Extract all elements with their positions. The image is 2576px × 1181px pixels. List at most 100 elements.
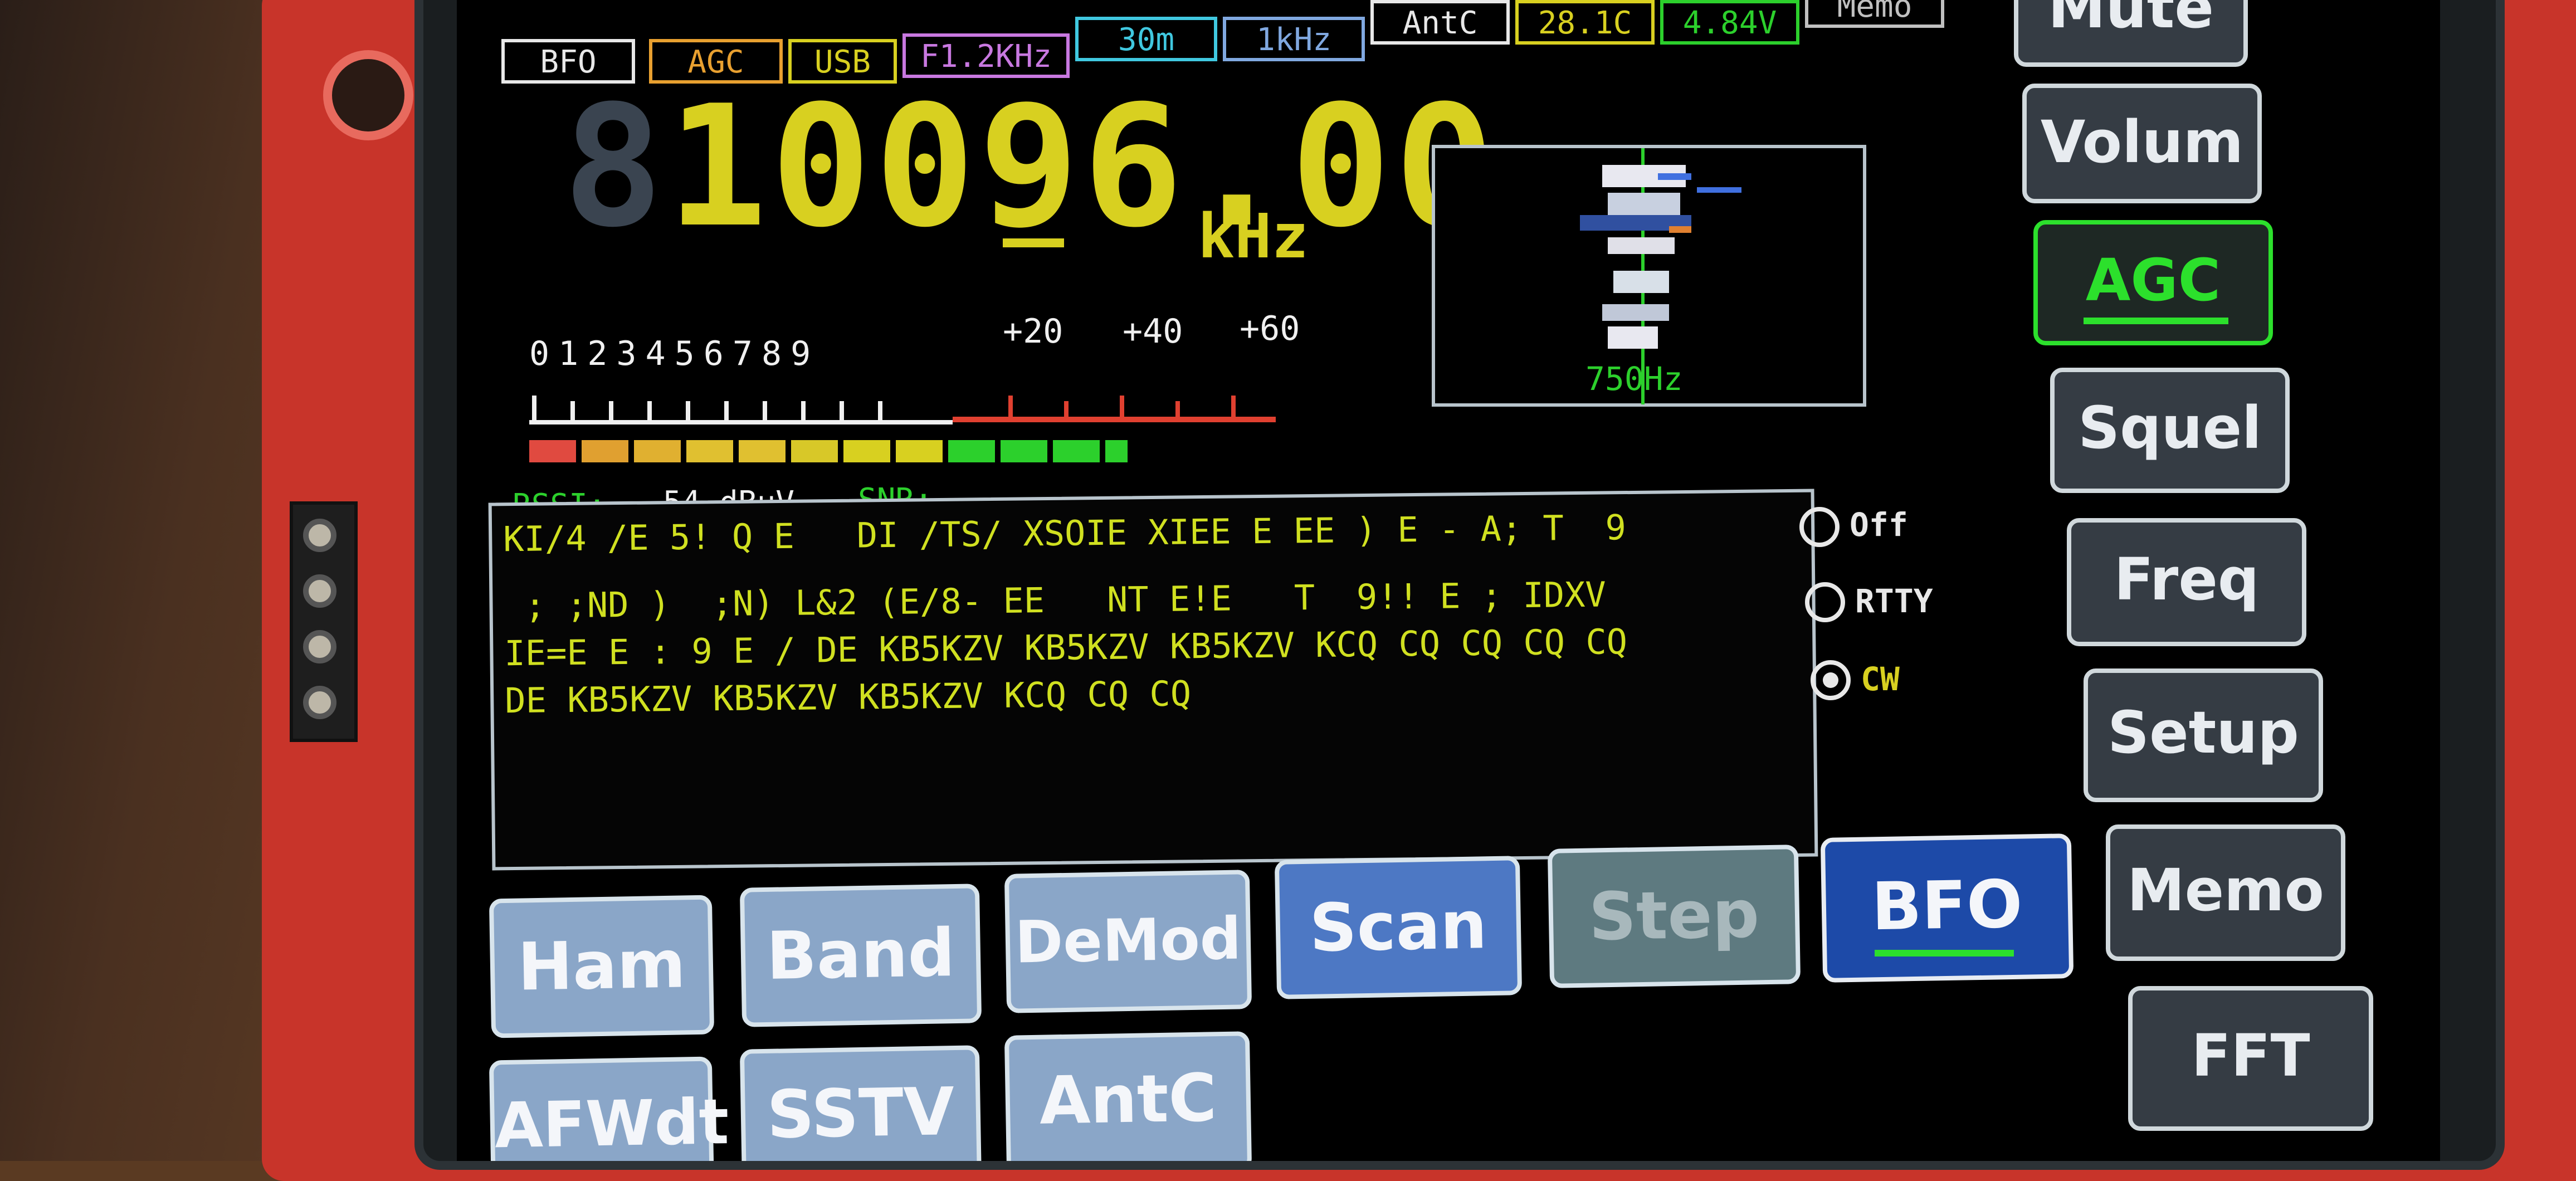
- waterfall-trace: [1613, 271, 1669, 293]
- waterfall-trace: [1669, 226, 1691, 233]
- agc-active-indicator: [2084, 318, 2228, 324]
- smeter-plus60: +60: [1240, 309, 1300, 348]
- tag-step: 1kHz: [1223, 17, 1365, 61]
- signal-bar: [739, 440, 786, 462]
- signal-bar: [948, 440, 995, 462]
- button-label: Mute: [2048, 0, 2214, 41]
- button-label: Scan: [1309, 886, 1488, 967]
- tag-memo: Memo: [1805, 0, 1944, 28]
- button-label: Ham: [517, 925, 686, 1006]
- agc-button[interactable]: AGC: [2033, 220, 2273, 345]
- button-label: Volum: [2040, 108, 2244, 176]
- tag-antenna: AntC: [1370, 0, 1510, 45]
- mounting-hole: [323, 50, 413, 140]
- demod-button[interactable]: DeMod: [1004, 870, 1252, 1013]
- waterfall-trace: [1602, 304, 1669, 321]
- button-label: Memo: [2127, 856, 2324, 924]
- smeter-ticks: [529, 396, 1276, 424]
- tag-label: 28.1C: [1538, 5, 1632, 41]
- mode-radio-off[interactable]: [1799, 507, 1840, 547]
- volume-button[interactable]: Volum: [2022, 84, 2262, 203]
- button-label: Squel: [2078, 394, 2262, 462]
- waterfall-trace: [1658, 173, 1691, 180]
- waterfall-trace: [1697, 187, 1741, 193]
- button-label: Setup: [2107, 699, 2299, 767]
- spectrum-window[interactable]: 750Hz: [1432, 145, 1866, 407]
- button-label: Band: [765, 914, 956, 994]
- squelch-button[interactable]: Squel: [2050, 368, 2290, 493]
- signal-bar: [582, 440, 628, 462]
- decoder-line: IE=E E : 9 E / DE KB5KZV KB5KZV KB5KZV K…: [504, 621, 1628, 674]
- band-button[interactable]: Band: [739, 884, 982, 1027]
- button-label: AGC: [2085, 246, 2221, 314]
- signal-bar: [1053, 440, 1100, 462]
- signal-bar: [843, 440, 890, 462]
- tft-screen: BFO AGC USB F1.2KHz 30m 1kHz AntC 28.1C …: [457, 0, 2440, 1161]
- bfo-active-indicator: [1875, 950, 2014, 956]
- bfo-button[interactable]: BFO: [1820, 833, 2074, 983]
- smeter-plus20: +20: [1003, 312, 1063, 351]
- tag-label: AntC: [1402, 5, 1478, 41]
- button-label: BFO: [1871, 865, 2023, 945]
- button-label: Freq: [2114, 545, 2260, 613]
- decoder-text-panel: KI/4 /E 5! Q E DI /TS/ XSOIE XIEE E EE )…: [488, 489, 1818, 871]
- signal-bar: [1001, 440, 1047, 462]
- fft-button[interactable]: FFT: [2128, 986, 2373, 1131]
- frequency-unit: kHz: [1198, 201, 1309, 272]
- spectrum-freq-label: 750Hz: [1585, 360, 1683, 398]
- button-label: SSTV: [766, 1073, 955, 1153]
- button-label: AFWdt: [494, 1086, 730, 1161]
- freq-button[interactable]: Freq: [2067, 518, 2306, 646]
- decoder-line: ; ;ND ) ;N) L&2 (E/8- EE NT E!E T 9!! E …: [504, 574, 1607, 627]
- signal-bar: [529, 440, 576, 462]
- button-label: AntC: [1038, 1059, 1218, 1139]
- decoder-line: DE KB5KZV KB5KZV KB5KZV KCQ CQ CQ: [504, 673, 1192, 721]
- mode-label-off: Off: [1850, 506, 1908, 544]
- sstv-button[interactable]: SSTV: [739, 1045, 982, 1161]
- signal-bar: [686, 440, 733, 462]
- waterfall-trace: [1608, 237, 1675, 254]
- header-pin: [303, 686, 336, 719]
- header-pin: [303, 630, 336, 663]
- tag-temperature: 28.1C: [1515, 0, 1655, 45]
- tag-label: 30m: [1118, 22, 1175, 58]
- mute-button[interactable]: Mute: [2014, 0, 2248, 67]
- mode-radio-cw[interactable]: [1811, 660, 1851, 700]
- frequency-display[interactable]: 810096.00: [563, 84, 1499, 251]
- signal-bar: [896, 440, 943, 462]
- signal-bar: [791, 440, 838, 462]
- scan-button[interactable]: Scan: [1274, 856, 1523, 999]
- tag-band: 30m: [1075, 17, 1217, 61]
- button-label: FFT: [2191, 1022, 2310, 1090]
- button-label: Step: [1588, 875, 1760, 955]
- tuning-cursor: [1003, 238, 1064, 247]
- smeter-plus40: +40: [1123, 312, 1183, 351]
- mode-radio-rtty[interactable]: [1805, 582, 1845, 622]
- tag-label: Memo: [1837, 0, 1913, 25]
- frequency-value: 10096.00: [666, 70, 1499, 264]
- mode-label-cw: CW: [1861, 660, 1900, 698]
- antc-button[interactable]: AntC: [1004, 1031, 1252, 1161]
- signal-bar: [634, 440, 681, 462]
- smeter-scale-labels: 0123456789: [529, 334, 820, 373]
- header-pin: [303, 574, 336, 608]
- waterfall-trace: [1608, 193, 1680, 215]
- signal-bar: [1105, 440, 1128, 462]
- tag-voltage: 4.84V: [1660, 0, 1799, 45]
- button-label: DeMod: [1014, 904, 1242, 977]
- step-button[interactable]: Step: [1547, 845, 1801, 988]
- signal-bar-graph: [529, 440, 1142, 462]
- afwdt-button[interactable]: AFWdt: [489, 1056, 729, 1161]
- ham-button[interactable]: Ham: [489, 895, 715, 1038]
- waterfall-trace: [1608, 326, 1658, 349]
- frequency-ghost-digit: 8: [563, 70, 667, 264]
- tag-label: 1kHz: [1256, 22, 1331, 58]
- pin-header: [290, 501, 358, 742]
- decoder-line: KI/4 /E 5! Q E DI /TS/ XSOIE XIEE E EE )…: [502, 507, 1627, 560]
- tag-label: 4.84V: [1682, 5, 1777, 41]
- smeter-scale: [529, 384, 1276, 429]
- memo-button[interactable]: Memo: [2106, 824, 2345, 961]
- setup-button[interactable]: Setup: [2084, 668, 2323, 802]
- mode-label-rtty: RTTY: [1855, 582, 1933, 620]
- header-pin: [303, 519, 336, 552]
